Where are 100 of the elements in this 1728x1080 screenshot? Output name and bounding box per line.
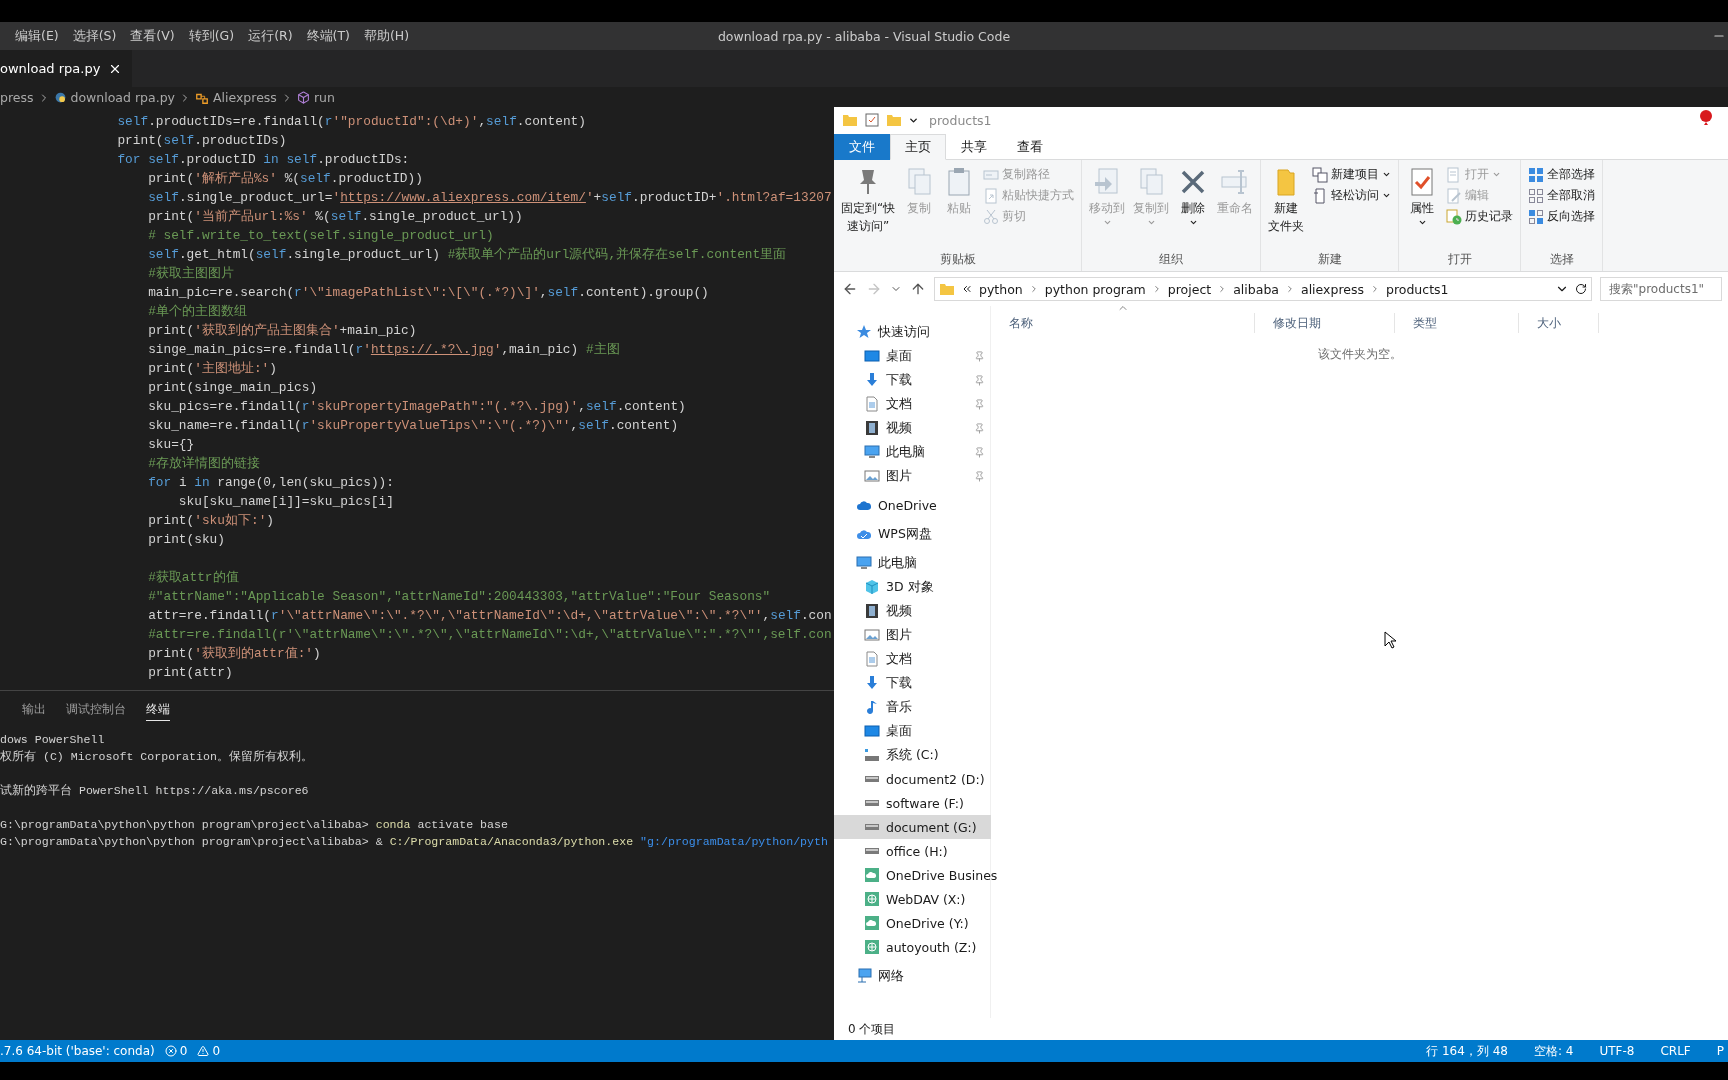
nav-item[interactable]: 3D 对象	[834, 575, 991, 599]
address-bar[interactable]: python python program project alibaba aliexpress products1	[934, 277, 1592, 301]
ribbon-tab[interactable]: 查看	[1002, 134, 1058, 160]
up-icon[interactable]	[910, 281, 926, 297]
breadcrumb-item[interactable]: Aliexpress	[213, 90, 277, 105]
nav-item[interactable]: 视频	[834, 416, 991, 440]
interpreter-status[interactable]: .7.6 64-bit ('base': conda)	[0, 1044, 155, 1058]
nav-item[interactable]: 系统 (C:)	[834, 743, 991, 767]
nav-item[interactable]: document2 (D:)	[834, 767, 991, 791]
panel-tab[interactable]: 终端	[146, 697, 170, 721]
column-header[interactable]: 类型	[1395, 313, 1519, 333]
balloon-icon[interactable]	[1698, 109, 1714, 125]
monitor-icon	[864, 444, 880, 460]
ribbon-button[interactable]: 固定到“快 速访问”	[838, 164, 899, 236]
nav-item[interactable]: office (H:)	[834, 839, 991, 863]
breadcrumb-item[interactable]: download rpa.py	[70, 90, 175, 105]
nav-item[interactable]: OneDrive	[834, 493, 991, 517]
chevron-icon	[1370, 284, 1380, 294]
python-file-icon	[53, 91, 67, 104]
menu-item[interactable]: 运行(R)	[241, 27, 300, 45]
nav-item[interactable]: 图片	[834, 623, 991, 647]
nav-item[interactable]: 文档	[834, 647, 991, 671]
code-line: #获取主图图片	[147, 265, 234, 283]
ribbon-tab[interactable]: 共享	[946, 134, 1002, 160]
ribbon-button[interactable]: 删除	[1174, 164, 1213, 229]
nav-item[interactable]: software (F:)	[834, 791, 991, 815]
ribbon-button[interactable]: 全部选择	[1525, 164, 1599, 185]
address-crumb[interactable]: alibaba	[1233, 281, 1279, 297]
column-header[interactable]: 大小	[1519, 313, 1599, 333]
code-line: for self.productID in self.productIDs:	[116, 151, 410, 169]
nav-item[interactable]: document (G:)	[834, 815, 991, 839]
search-field[interactable]: 搜索"products1"	[1600, 277, 1722, 301]
menu-item[interactable]: 转到(G)	[181, 27, 242, 45]
menu-item[interactable]: 选择(S)	[65, 27, 124, 45]
nav-item[interactable]: 此电脑	[834, 440, 991, 464]
nav-item[interactable]: 桌面	[834, 344, 991, 368]
scissors-icon	[983, 208, 1000, 225]
status-item[interactable]: 空格: 4	[1533, 1042, 1574, 1060]
terminal-line: G:\programData\python\python program\project\alibaba> conda activate base	[0, 817, 508, 833]
editor-tab[interactable]: ownload rpa.py	[0, 50, 133, 87]
nav-item[interactable]: autoyouth (Z:)	[834, 935, 991, 959]
overflow-icon	[961, 283, 973, 295]
ribbon-button[interactable]: 新建 文件夹	[1265, 164, 1308, 236]
menu-item[interactable]: 查看(V)	[123, 27, 182, 45]
status-item[interactable]: CRLF	[1660, 1044, 1691, 1058]
address-crumb[interactable]: python program	[1044, 281, 1146, 297]
refresh-icon[interactable]	[1575, 283, 1587, 295]
nav-label: 视频	[886, 602, 912, 620]
group-label: 新建	[1316, 251, 1343, 268]
nav-item[interactable]: WebDAV (X:)	[834, 887, 991, 911]
address-crumb[interactable]: python	[979, 281, 1023, 297]
menu-item[interactable]: 编辑(E)	[8, 27, 66, 45]
nav-label: WPS网盘	[878, 525, 932, 543]
nav-item[interactable]: 视频	[834, 599, 991, 623]
nav-item[interactable]: 网络	[834, 964, 991, 988]
nav-label: 音乐	[886, 698, 912, 716]
nav-item[interactable]: 快速访问	[834, 320, 991, 344]
back-icon[interactable]	[842, 281, 858, 297]
ribbon-button[interactable]: 全部取消	[1525, 185, 1599, 206]
menu-item[interactable]: 终端(T)	[299, 27, 357, 45]
nav-item[interactable]: 桌面	[834, 719, 991, 743]
nav-item[interactable]: 图片	[834, 464, 991, 488]
breadcrumb-item[interactable]: press	[0, 90, 34, 105]
nav-item[interactable]: 文档	[834, 392, 991, 416]
ribbon-tab[interactable]: 文件	[834, 134, 890, 160]
nav-item[interactable]: WPS网盘	[834, 522, 991, 546]
nav-item[interactable]: 此电脑	[834, 551, 991, 575]
column-header[interactable]: 名称	[991, 313, 1255, 333]
panel-tab[interactable]: 输出	[22, 697, 46, 721]
ribbon-button[interactable]: 新建项目	[1309, 164, 1395, 185]
code-line: print('当前产品url:%s' %(self.single_product_url))	[147, 208, 523, 226]
warning-count[interactable]: 0	[212, 1044, 220, 1058]
address-crumb[interactable]: aliexpress	[1301, 281, 1364, 297]
address-crumb[interactable]: products1	[1386, 281, 1449, 297]
status-item[interactable]: 行 164，列 48	[1426, 1042, 1508, 1060]
panel-tab[interactable]: 调试控制台	[66, 697, 126, 721]
ribbon-button[interactable]: 轻松访问	[1309, 185, 1395, 206]
drive-icon	[864, 848, 880, 854]
status-item[interactable]: UTF-8	[1599, 1044, 1635, 1058]
chevron-icon	[1285, 284, 1295, 294]
ribbon-button[interactable]: 历史记录	[1443, 206, 1517, 227]
breadcrumb-item[interactable]: run	[313, 90, 335, 105]
film-icon	[864, 420, 880, 436]
address-crumb[interactable]: project	[1167, 281, 1212, 297]
cube-icon	[296, 91, 310, 104]
nav-item[interactable]: 下载	[834, 671, 991, 695]
ribbon-tab[interactable]: 主页	[890, 134, 946, 160]
nav-label: document2 (D:)	[886, 771, 985, 787]
nav-item[interactable]: 音乐	[834, 695, 991, 719]
ribbon-button[interactable]: 属性	[1403, 164, 1442, 229]
ribbon-button[interactable]: 反向选择	[1525, 206, 1599, 227]
group-label: 选择	[1548, 251, 1575, 268]
menu-item[interactable]: 帮助(H)	[356, 27, 417, 45]
nav-item[interactable]: 下载	[834, 368, 991, 392]
code-line: sku[sku_name[i]]=sku_pics[i]	[177, 493, 394, 511]
status-item[interactable]: P	[1716, 1044, 1724, 1058]
terminal-line: 权所有 (C) Microsoft Corporation。保留所有权利。	[0, 749, 313, 765]
nav-item[interactable]: OneDrive (Y:)	[834, 911, 991, 935]
error-count[interactable]: 0	[179, 1044, 188, 1058]
column-header[interactable]: 修改日期	[1255, 313, 1395, 333]
